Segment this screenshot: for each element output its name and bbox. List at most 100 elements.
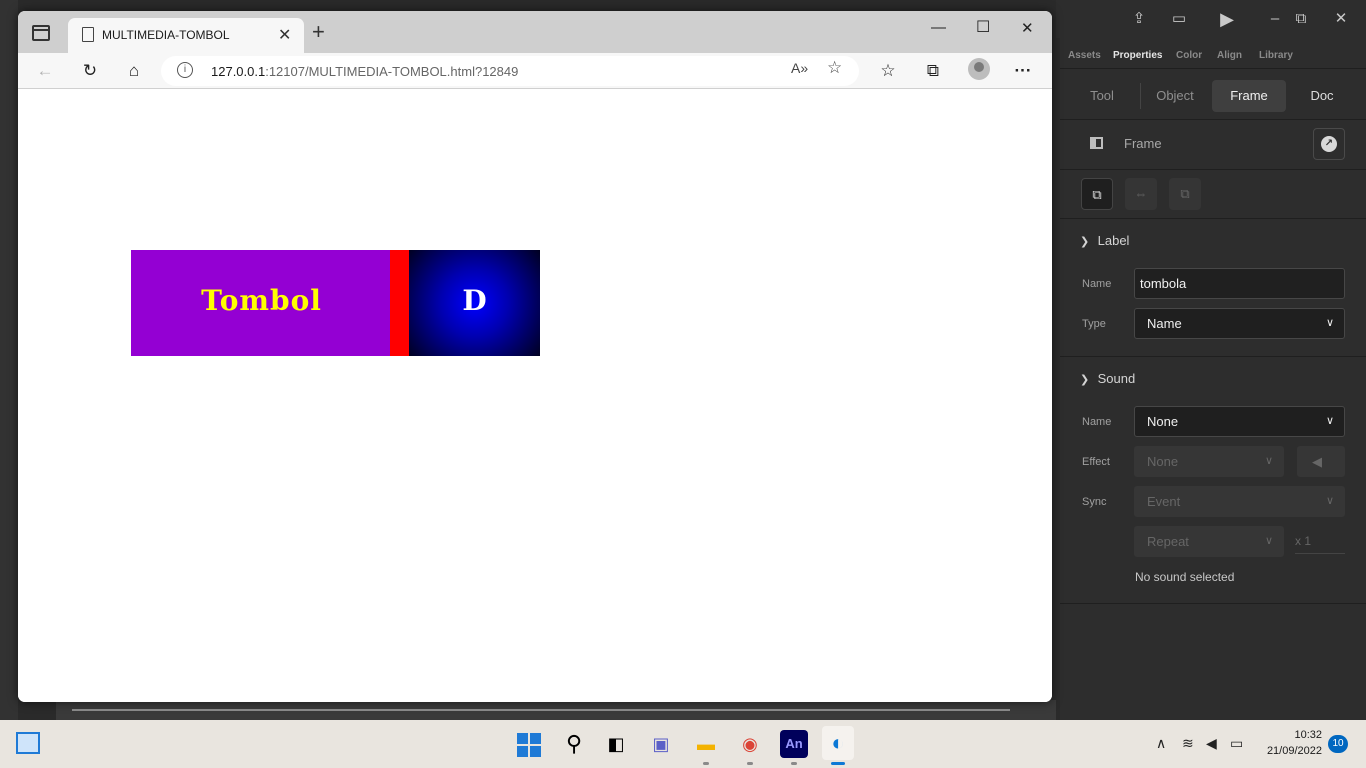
chrome-icon[interactable]: ◉ (736, 730, 764, 758)
animate-icon[interactable]: An (780, 730, 808, 758)
back-icon[interactable]: ← (33, 59, 57, 83)
animate-tools-strip (0, 0, 18, 720)
tab-assets[interactable]: Assets (1068, 50, 1101, 61)
more-icon[interactable]: ··· (1011, 59, 1035, 83)
duplicate-frame-button[interactable]: ⧉ (1169, 178, 1201, 210)
page-viewport: Tombol D (18, 90, 1052, 702)
tab-library[interactable]: Library (1259, 50, 1293, 61)
chat-icon[interactable]: ▣ (647, 730, 675, 758)
url-text[interactable]: 127.0.0.1:12107/MULTIMEDIA-TOMBOL.html?1… (211, 64, 518, 79)
help-icon: ↗ (1321, 136, 1337, 152)
tombol-banner[interactable]: Tombol D (131, 250, 540, 356)
page-icon (82, 27, 94, 42)
help-button[interactable]: ↗ (1313, 128, 1345, 160)
tab-strip: MULTIMEDIA-TOMBOL ✕ + — ☐ ✕ (18, 11, 1052, 53)
edge-icon[interactable]: ◐ (822, 726, 854, 760)
refresh-icon[interactable]: ↻ (78, 59, 102, 83)
favorites-icon[interactable]: ☆ (876, 59, 900, 83)
tab-object[interactable]: Object (1150, 80, 1200, 112)
close-tab-icon[interactable]: ✕ (278, 25, 291, 45)
label-type-value: Name (1147, 316, 1182, 331)
wifi-icon[interactable]: ≋ (1182, 735, 1194, 752)
battery-icon[interactable]: ▭ (1230, 735, 1243, 752)
link-frame-button[interactable]: ⇔ (1125, 178, 1157, 210)
read-aloud-icon[interactable]: A» (791, 60, 808, 76)
browser-tab[interactable]: MULTIMEDIA-TOMBOL ✕ (68, 18, 304, 53)
edit-sound-button[interactable]: ◀ (1297, 446, 1345, 477)
minimize-icon[interactable]: — (931, 19, 946, 36)
tab-frame[interactable]: Frame (1212, 80, 1286, 112)
widgets-icon[interactable] (16, 732, 40, 754)
tab-tool[interactable]: Tool (1078, 80, 1126, 112)
label-name-label: Name (1082, 278, 1112, 290)
running-indicator (747, 762, 753, 765)
chevron-down-icon: ∨ (1264, 455, 1273, 467)
sound-name-label: Name (1082, 416, 1112, 428)
profile-avatar[interactable] (968, 58, 990, 80)
divider (1140, 83, 1141, 109)
sound-sync-label: Sync (1082, 496, 1107, 508)
frame-label: Frame (1124, 136, 1162, 151)
sound-repeat-dropdown[interactable]: Repeat ∨ (1134, 526, 1284, 557)
running-indicator (791, 762, 797, 765)
tab-properties[interactable]: Properties (1113, 50, 1162, 61)
search-icon[interactable]: ⚲ (560, 730, 588, 758)
tab-align[interactable]: Align (1217, 50, 1242, 61)
restore-icon[interactable]: ⧉ (1290, 8, 1312, 30)
frame-icon (1090, 137, 1103, 149)
label-type-dropdown[interactable]: Name ∨ (1134, 308, 1345, 339)
home-icon[interactable]: ⌂ (122, 59, 146, 83)
workspace-icon[interactable]: ▭ (1168, 8, 1190, 30)
add-favorite-icon[interactable]: ☆ (827, 58, 842, 78)
file-explorer-icon[interactable]: ▬ (692, 730, 720, 758)
clock-date[interactable]: 21/09/2022 (1256, 745, 1322, 757)
test-movie-icon[interactable]: ▶ (1216, 8, 1238, 30)
divider (1060, 68, 1366, 69)
sound-status-text: No sound selected (1135, 570, 1235, 584)
maximize-icon[interactable]: ☐ (976, 17, 990, 37)
animate-top-bar: ⇪ ▭ ▶ – ⧉ ✕ (1056, 0, 1366, 38)
chevron-up-icon[interactable]: ∧ (1156, 735, 1166, 752)
sound-section-header[interactable]: ❯ Sound (1080, 371, 1135, 386)
active-indicator (831, 762, 845, 765)
url-path: :12107/MULTIMEDIA-TOMBOL.html?12849 (265, 64, 519, 79)
close-icon[interactable]: ✕ (1330, 8, 1352, 30)
tab-color[interactable]: Color (1176, 50, 1202, 61)
notification-badge[interactable]: 10 (1328, 735, 1348, 753)
sound-effect-dropdown[interactable]: None ∨ (1134, 446, 1284, 477)
clock-time[interactable]: 10:32 (1268, 729, 1322, 741)
start-icon[interactable] (517, 733, 541, 757)
panel-tabs: Assets Properties Color Align Library (1060, 50, 1366, 68)
tab-actions-icon[interactable] (32, 25, 50, 41)
info-icon[interactable]: i (177, 62, 193, 78)
task-view-icon[interactable]: ◧ (602, 730, 630, 758)
scrollbar-thumb[interactable] (72, 709, 1010, 711)
sound-section-title: Sound (1097, 371, 1136, 386)
banner-label: Tombol (201, 284, 322, 317)
close-icon[interactable]: ✕ (1021, 19, 1034, 37)
speaker-icon: ◀ (1312, 454, 1322, 469)
label-section-title: Label (1097, 233, 1130, 248)
url-host: 127.0.0.1 (211, 64, 266, 79)
sound-name-dropdown[interactable]: None ∨ (1134, 406, 1345, 437)
banner-red-bar (390, 250, 409, 356)
sound-effect-value: None (1147, 454, 1179, 469)
divider (1060, 119, 1366, 120)
publish-icon[interactable]: ⇪ (1128, 8, 1150, 30)
minimize-icon[interactable]: – (1264, 8, 1286, 30)
label-section-header[interactable]: ❯ Label (1080, 233, 1129, 248)
sound-repeat-count[interactable]: x 1 (1295, 534, 1345, 554)
label-type-label: Type (1082, 318, 1106, 330)
sound-effect-label: Effect (1082, 456, 1110, 468)
collections-icon[interactable]: ⧉ (921, 59, 945, 83)
volume-icon[interactable]: ◀ (1206, 735, 1217, 752)
sound-sync-dropdown[interactable]: Event ∨ (1134, 486, 1345, 517)
timeline-scrollbar[interactable] (56, 700, 1056, 720)
banner-blue-block[interactable]: D (409, 250, 540, 356)
taskbar: ⚲ ◧ ▣ ▬ ◉ An ◐ ∧ ≋ ◀ ▭ 10:32 21/09/2022 … (0, 720, 1366, 768)
tab-doc[interactable]: Doc (1298, 80, 1346, 112)
label-name-input[interactable]: tombola (1134, 268, 1345, 299)
swap-frame-button[interactable]: ⧉ (1081, 178, 1113, 210)
new-tab-icon[interactable]: + (312, 19, 325, 45)
address-bar[interactable]: i 127.0.0.1:12107/MULTIMEDIA-TOMBOL.html… (161, 56, 859, 86)
